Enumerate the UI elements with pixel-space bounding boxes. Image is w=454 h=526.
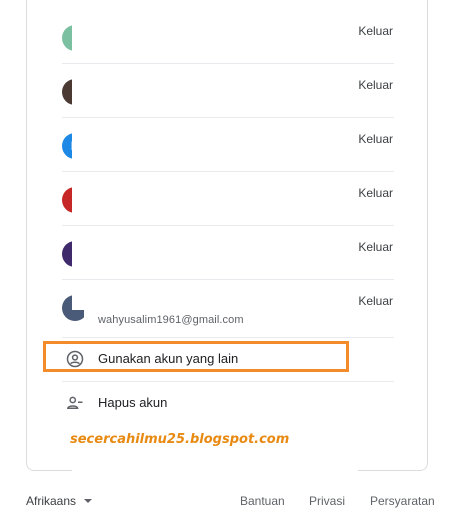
signout-link[interactable]: Keluar — [358, 24, 393, 38]
terms-link[interactable]: Persyaratan — [370, 494, 435, 508]
account-row-1[interactable]: Keluar — [62, 10, 394, 310]
signout-link[interactable]: Keluar — [358, 240, 393, 254]
signout-link[interactable]: Keluar — [358, 78, 393, 92]
signout-link[interactable]: Keluar — [358, 186, 393, 200]
watermark-text: secercahilmu25.blogspot.com — [70, 432, 290, 447]
account-details-hidden — [72, 280, 358, 310]
language-selector[interactable]: Afrikaans — [26, 494, 93, 508]
account-row-3[interactable]: H Keluar — [62, 118, 394, 418]
privacy-link[interactable]: Privasi — [309, 494, 345, 508]
signout-link[interactable]: Keluar — [358, 132, 393, 146]
language-label: Afrikaans — [26, 494, 77, 508]
help-link[interactable]: Bantuan — [240, 494, 285, 508]
account-row-4[interactable]: Keluar — [62, 172, 394, 472]
highlight-box — [43, 341, 349, 372]
person-remove-icon — [67, 396, 83, 409]
account-row-2[interactable]: Keluar — [62, 64, 394, 364]
account-email: wahyusalim1961@gmail.com — [98, 314, 244, 326]
remove-account-label: Hapus akun — [98, 395, 168, 410]
signout-link[interactable]: Keluar — [358, 294, 393, 308]
account-row-5[interactable]: Keluar — [62, 226, 394, 526]
remove-account-button[interactable]: Hapus akun — [62, 382, 394, 426]
account-row-6[interactable]: wahyusalim1961@gmail.com Keluar — [62, 280, 394, 338]
chevron-down-icon — [84, 499, 93, 503]
